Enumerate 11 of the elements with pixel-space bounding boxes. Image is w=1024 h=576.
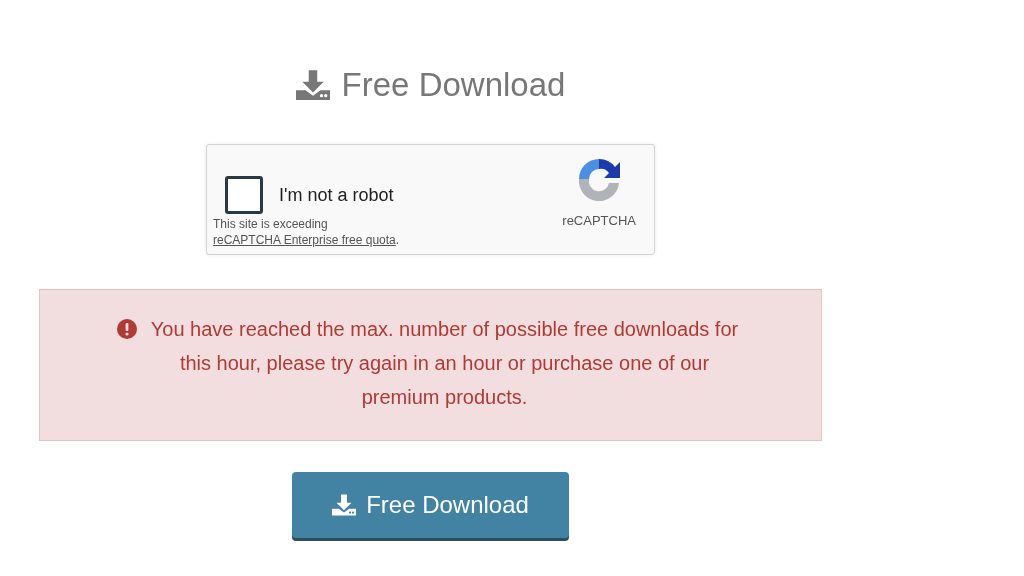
captcha-checkbox[interactable] bbox=[225, 176, 263, 214]
download-icon bbox=[295, 70, 330, 100]
quota-notice: This site is exceeding reCAPTCHA Enterprise free quota. bbox=[213, 216, 401, 248]
download-button[interactable]: Free Download bbox=[292, 472, 569, 538]
download-icon bbox=[332, 494, 357, 516]
captcha-label: I'm not a robot bbox=[279, 184, 394, 206]
error-message: You have reached the max. number of possible free downloads for this hour, please try again in an hour or purchase one of our premium products. bbox=[149, 317, 740, 410]
quota-link[interactable]: reCAPTCHA Enterprise free quota bbox=[213, 233, 396, 247]
exclamation-icon bbox=[116, 319, 137, 339]
page-title: Free Download bbox=[341, 66, 566, 104]
recaptcha-brand: reCAPTCHA bbox=[562, 213, 636, 228]
